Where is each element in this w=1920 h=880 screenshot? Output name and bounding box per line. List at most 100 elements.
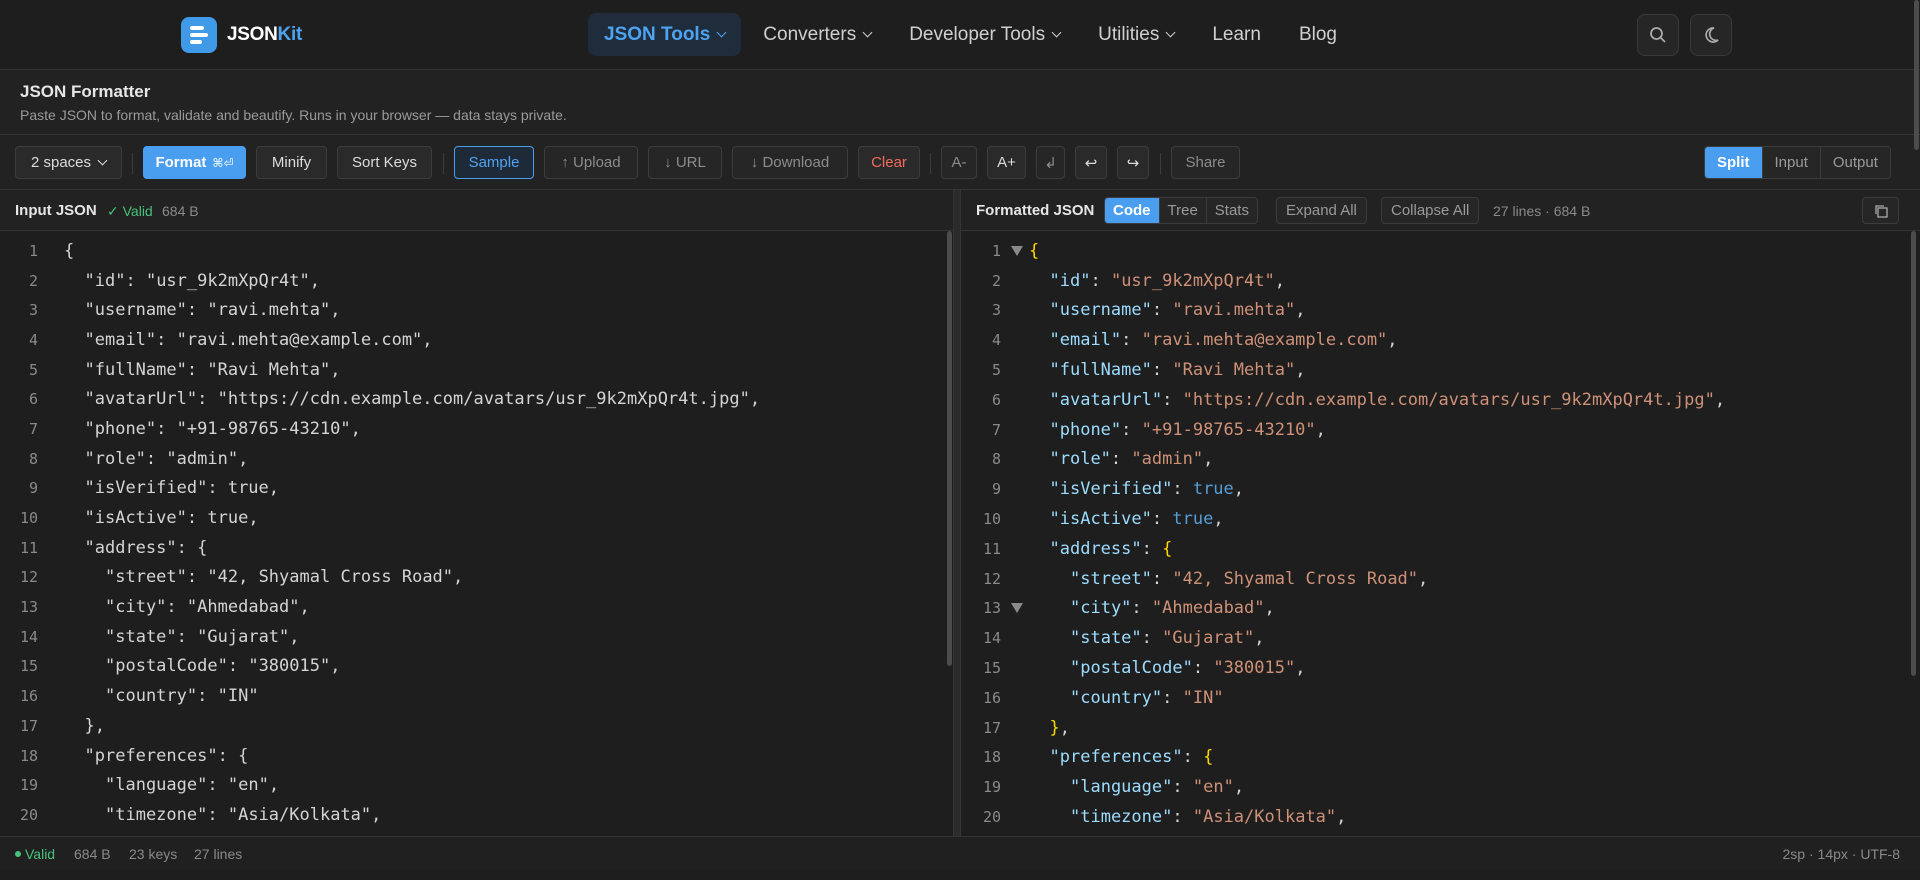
input-scrollbar[interactable] <box>947 231 952 666</box>
redo-button[interactable]: ↪ <box>1117 146 1149 179</box>
nav-item-developer-tools[interactable]: Developer Tools <box>893 13 1076 56</box>
nav-item-json-tools[interactable]: JSON Tools <box>588 13 742 56</box>
fold-toggle-icon[interactable] <box>1011 603 1023 614</box>
code-line: 2 "id": "usr_9k2mXpQr4t", <box>961 266 1920 296</box>
code-text: { <box>64 240 75 261</box>
line-number: 18 <box>982 748 1001 767</box>
line-number: 8 <box>991 450 1001 469</box>
split-divider[interactable] <box>953 190 961 836</box>
view-split[interactable]: Split <box>1705 147 1762 178</box>
expand-all-button[interactable]: Expand All <box>1276 197 1367 224</box>
format-button[interactable]: Format ⌘⏎ <box>143 146 246 179</box>
code-line: 7 "phone": "+91-98765-43210", <box>0 414 953 444</box>
clear-button[interactable]: Clear <box>858 146 920 179</box>
brand-logo[interactable]: JSONKit <box>181 17 302 53</box>
input-size: 684 B <box>162 203 199 219</box>
code-text: "preferences": { <box>1049 747 1214 768</box>
collapse-all-button[interactable]: Collapse All <box>1381 197 1480 224</box>
status-lines: 27 lines <box>194 846 243 862</box>
url-button[interactable]: ↓ URL <box>648 146 722 179</box>
line-number: 7 <box>991 420 1001 439</box>
undo-button[interactable]: ↩ <box>1075 146 1107 179</box>
code-text: "address": { <box>1049 538 1173 559</box>
line-number: 20 <box>982 808 1001 827</box>
code-text: "username": "ravi.mehta", <box>1049 300 1306 321</box>
code-line: 7 "phone": "+91-98765-43210", <box>961 415 1920 445</box>
view-output[interactable]: Output <box>1819 147 1890 178</box>
tab-code[interactable]: Code <box>1105 198 1159 223</box>
code-line: 5 "fullName": "Ravi Mehta", <box>0 355 953 385</box>
tab-stats[interactable]: Stats <box>1205 198 1257 223</box>
line-number: 18 <box>19 746 38 765</box>
font-increase-button[interactable]: A+ <box>987 146 1026 179</box>
code-text: "fullName": "Ravi Mehta", <box>1049 360 1306 381</box>
code-line: 18 "preferences": { <box>0 741 953 771</box>
code-text: "id": "usr_9k2mXpQr4t", <box>84 270 320 291</box>
line-number: 8 <box>28 449 38 468</box>
nav-item-utilities[interactable]: Utilities <box>1082 13 1190 56</box>
code-text: "state": "Gujarat", <box>1070 628 1265 649</box>
wrap-button[interactable]: ↲ <box>1036 146 1065 179</box>
upload-button[interactable]: ↑ Upload <box>544 146 638 179</box>
line-number: 11 <box>19 538 38 557</box>
copy-button[interactable] <box>1862 197 1899 224</box>
line-number: 4 <box>991 331 1001 350</box>
tab-tree[interactable]: Tree <box>1158 198 1206 223</box>
code-line: 4 "email": "ravi.mehta@example.com", <box>961 325 1920 355</box>
sample-button[interactable]: Sample <box>454 146 534 179</box>
theme-toggle-button[interactable] <box>1690 14 1732 56</box>
code-text: "phone": "+91-98765-43210", <box>84 418 361 439</box>
code-line: 19 "language": "en", <box>0 770 953 800</box>
minify-button[interactable]: Minify <box>256 146 327 179</box>
code-line: 18 "preferences": { <box>961 743 1920 773</box>
code-line: 20 "timezone": "Asia/Kolkata", <box>0 800 953 830</box>
output-scrollbar[interactable] <box>1911 231 1916 676</box>
code-text: "fullName": "Ravi Mehta", <box>84 359 341 380</box>
line-number: 14 <box>982 629 1001 648</box>
code-line: 14 "state": "Gujarat", <box>0 622 953 652</box>
sort-keys-button[interactable]: Sort Keys <box>337 146 432 179</box>
code-text: "email": "ravi.mehta@example.com", <box>1049 330 1398 351</box>
line-number: 13 <box>982 599 1001 618</box>
code-line: 3 "username": "ravi.mehta", <box>961 296 1920 326</box>
code-line: 15 "postalCode": "380015", <box>961 653 1920 683</box>
view-mode-switch: Split Input Output <box>1704 146 1891 179</box>
code-line: 5 "fullName": "Ravi Mehta", <box>961 355 1920 385</box>
moon-icon <box>1705 27 1719 43</box>
code-text: "postalCode": "380015", <box>105 656 341 677</box>
code-line: 16 "country": "IN" <box>961 683 1920 713</box>
font-decrease-button[interactable]: A- <box>941 146 977 179</box>
download-button[interactable]: ↓ Download <box>732 146 848 179</box>
code-line: 2 "id": "usr_9k2mXpQr4t", <box>0 266 953 296</box>
search-button[interactable] <box>1637 14 1679 56</box>
page-title: JSON Formatter <box>20 82 151 101</box>
line-number: 16 <box>19 687 38 706</box>
share-button[interactable]: Share <box>1171 146 1240 179</box>
line-number: 5 <box>991 361 1001 380</box>
code-text: "state": "Gujarat", <box>105 626 300 647</box>
line-number: 20 <box>19 805 38 824</box>
status-size: 684 B <box>74 846 111 862</box>
code-line: 10 "isActive": true, <box>961 504 1920 534</box>
fold-toggle-icon[interactable] <box>1011 245 1023 256</box>
chevron-down-icon <box>716 27 727 38</box>
line-number: 12 <box>982 569 1001 588</box>
chevron-down-icon <box>1165 27 1176 38</box>
nav-item-converters[interactable]: Converters <box>747 13 887 56</box>
code-text: "timezone": "Asia/Kolkata", <box>1070 807 1347 828</box>
view-input[interactable]: Input <box>1761 147 1820 178</box>
line-number: 7 <box>28 419 38 438</box>
code-text: "city": "Ahmedabad", <box>1070 598 1275 619</box>
nav-item-blog[interactable]: Blog <box>1283 13 1353 56</box>
code-line: 10 "isActive": true, <box>0 503 953 533</box>
input-editor[interactable]: 1{2 "id": "usr_9k2mXpQr4t", 3 "username":… <box>0 231 953 836</box>
page-scrollbar[interactable] <box>1914 0 1919 150</box>
code-line: 1{ <box>0 236 953 266</box>
code-text: "phone": "+91-98765-43210", <box>1049 419 1326 440</box>
indent-select[interactable]: 2 spaces <box>15 146 122 179</box>
logo-icon <box>181 17 217 53</box>
nav-item-learn[interactable]: Learn <box>1196 13 1277 56</box>
line-number: 15 <box>982 659 1001 678</box>
code-line: 19 "language": "en", <box>961 772 1920 802</box>
code-text: "avatarUrl": "https://cdn.example.com/av… <box>1049 389 1726 410</box>
